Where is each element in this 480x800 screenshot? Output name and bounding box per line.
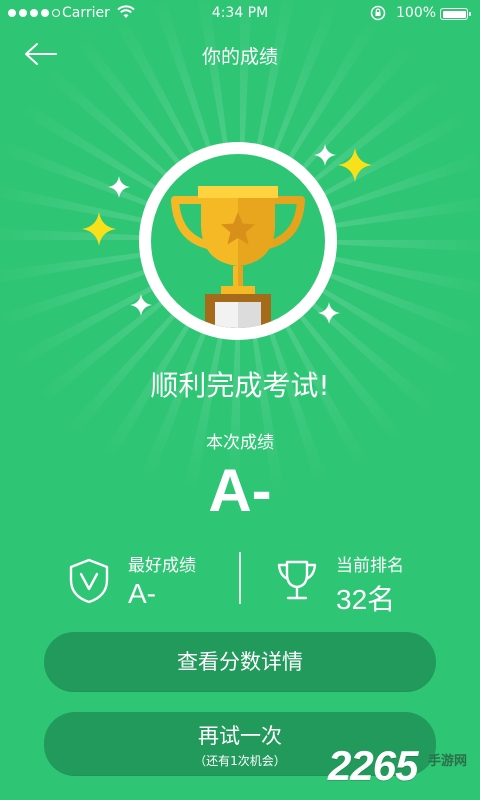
watermark-text: 手游网 xyxy=(428,754,468,769)
sparkle-icon xyxy=(318,302,340,324)
trophy-badge xyxy=(139,142,337,340)
sparkle-icon xyxy=(338,148,372,182)
best-score-value: A- xyxy=(128,578,156,609)
sparkle-icon xyxy=(108,176,130,198)
page-title: 你的成绩 xyxy=(201,46,278,68)
sparkle-icon xyxy=(130,294,152,316)
current-score-label: 本次成绩 xyxy=(206,433,274,453)
completion-message: 顺利完成考试! xyxy=(150,369,330,402)
stat-divider xyxy=(239,552,241,604)
site-watermark: 2265 手游网 xyxy=(328,742,476,794)
watermark-number: 2265 xyxy=(328,742,418,789)
rotation-lock-icon xyxy=(370,5,386,21)
status-bar: Carrier 4:34 PM 100% xyxy=(0,0,480,28)
battery-percentage: 100% xyxy=(396,5,437,21)
rank-label: 当前排名 xyxy=(336,556,404,576)
trophy-outline-icon xyxy=(277,560,317,600)
current-score-value: A- xyxy=(208,457,272,524)
best-score-label: 最好成绩 xyxy=(128,556,196,576)
trophy-icon xyxy=(171,186,305,328)
sparkle-icon xyxy=(314,144,336,166)
shield-check-icon xyxy=(69,558,109,604)
rank-value: 32名 xyxy=(336,584,396,615)
sparkle-icon xyxy=(82,212,116,246)
view-score-details-button[interactable]: 查看分数详情 xyxy=(44,632,436,692)
battery-icon xyxy=(440,8,471,20)
